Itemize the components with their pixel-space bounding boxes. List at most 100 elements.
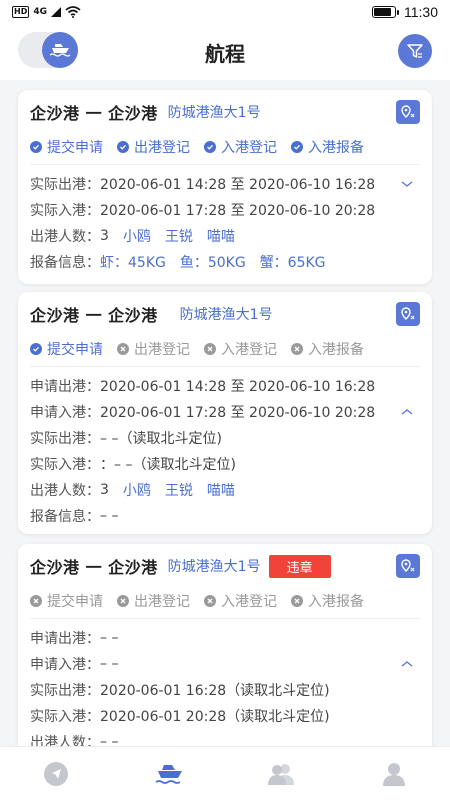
- apply-arrive-row: 申请入港： 2020-06-01 17:28 至 2020-06-10 20:28: [30, 399, 420, 425]
- voyage-card[interactable]: 企沙港 一 企沙港 防城港渔大1号 提交申请 出港登记 入港登记 入港报备 实际…: [18, 90, 432, 284]
- clock: 11:30: [404, 4, 438, 20]
- user-icon: [382, 762, 405, 786]
- crew-member[interactable]: 小鸥: [123, 483, 151, 499]
- step-item: 入港登记: [204, 339, 277, 359]
- location-button[interactable]: [396, 302, 420, 326]
- check-icon: [291, 141, 303, 153]
- step-item: 入港登记: [204, 137, 277, 157]
- chevron-up-icon[interactable]: [400, 407, 414, 417]
- step-item: 出港登记: [117, 591, 190, 611]
- actual-arrive-row: 实际入港： ：– –（读取北斗定位): [30, 457, 236, 473]
- step-item: 入港报备: [291, 339, 364, 359]
- divider: [30, 164, 420, 165]
- crew-row: 出港人数： – –: [30, 734, 119, 746]
- apply-depart-row: 申请出港： 2020-06-01 14:28 至 2020-06-10 16:28: [30, 379, 376, 395]
- step-item: 入港登记: [204, 591, 277, 611]
- navigation-icon: [44, 761, 69, 786]
- actual-arrive-row: 实际入港： 2020-06-01 17:28 至 2020-06-10 20:28: [30, 203, 376, 219]
- close-icon: [117, 595, 129, 607]
- card-header: 企沙港 一 企沙港 防城港渔大1号 违章: [30, 544, 420, 588]
- route-title: 企沙港 一 企沙港: [30, 558, 158, 577]
- close-icon: [204, 595, 216, 607]
- actual-arrive-row: 实际入港： 2020-06-01 20:28（读取北斗定位): [30, 709, 330, 725]
- crew-member[interactable]: 王锐: [165, 483, 193, 499]
- vessel-name[interactable]: 防城港渔大1号: [180, 304, 273, 324]
- chevron-up-icon[interactable]: [400, 659, 414, 669]
- report-row: 报备信息： 虾：45KG 鱼：50KG 蟹：65KG: [30, 255, 326, 271]
- hd-indicator: HD: [12, 6, 30, 18]
- vessel-name[interactable]: 防城港渔大1号: [168, 556, 261, 576]
- step-item: 入港报备: [291, 591, 364, 611]
- network-indicator: 4G: [33, 7, 47, 17]
- divider: [30, 618, 420, 619]
- nav-item-profile[interactable]: [338, 747, 450, 800]
- violation-badge: 违章: [268, 554, 331, 578]
- step-item: 提交申请: [30, 339, 103, 359]
- crew-row: 出港人数： 3 小鸥 王锐 喵喵: [30, 482, 235, 499]
- report-row: 报备信息： – –: [30, 508, 119, 525]
- progress-steps: 提交申请 出港登记 入港登记 入港报备: [30, 588, 420, 614]
- location-button[interactable]: [396, 100, 420, 124]
- step-item: 入港报备: [291, 137, 364, 157]
- signal-icon: [51, 7, 61, 17]
- location-icon: [401, 559, 415, 572]
- progress-steps: 提交申请 出港登记 入港登记 入港报备: [30, 134, 420, 160]
- battery-icon: [372, 6, 399, 18]
- status-bar: HD 4G 11:30: [0, 0, 450, 24]
- check-icon: [117, 141, 129, 153]
- apply-depart-row: 申请出港： – –: [30, 630, 119, 647]
- route-title: 企沙港 一 企沙港: [30, 306, 158, 325]
- apply-arrive-row: 申请入港： – –: [30, 651, 420, 677]
- filter-icon: [407, 44, 423, 58]
- route-title: 企沙港 一 企沙港: [30, 104, 158, 123]
- voyage-card[interactable]: 企沙港 一 企沙港 防城港渔大1号 违章 提交申请 出港登记 入港登记 入港报备…: [18, 544, 432, 746]
- step-item: 出港登记: [117, 137, 190, 157]
- wifi-icon: [65, 6, 81, 18]
- voyage-list[interactable]: 企沙港 一 企沙港 防城港渔大1号 提交申请 出港登记 入港登记 入港报备 实际…: [0, 80, 450, 746]
- actual-depart-row: 实际出港： – –（读取北斗定位): [30, 431, 222, 447]
- ship-icon: [155, 764, 182, 784]
- crew-member[interactable]: 王锐: [165, 229, 193, 245]
- catch-item: 蟹：65KG: [259, 255, 326, 271]
- crew-row: 出港人数： 3 小鸥 王锐 喵喵: [30, 228, 235, 245]
- crew-member[interactable]: 喵喵: [207, 229, 235, 245]
- check-icon: [30, 141, 42, 153]
- crew-member[interactable]: 喵喵: [207, 483, 235, 499]
- catch-item: 鱼：50KG: [179, 255, 246, 271]
- step-item: 提交申请: [30, 137, 103, 157]
- location-button[interactable]: [396, 554, 420, 578]
- nav-item-navigate[interactable]: [0, 747, 113, 800]
- catch-item: 虾：45KG: [100, 255, 166, 271]
- close-icon: [204, 343, 216, 355]
- step-item: 提交申请: [30, 591, 103, 611]
- page-title: 航程: [205, 41, 245, 66]
- close-icon: [117, 343, 129, 355]
- nav-item-group[interactable]: [225, 747, 338, 800]
- actual-depart-row: 实际出港： 2020-06-01 14:28 至 2020-06-10 16:28: [30, 171, 420, 197]
- ship-icon: [42, 32, 78, 68]
- check-icon: [204, 141, 216, 153]
- actual-depart-row: 实际出港： 2020-06-01 16:28（读取北斗定位): [30, 683, 330, 699]
- chevron-down-icon[interactable]: [400, 179, 414, 189]
- close-icon: [30, 595, 42, 607]
- card-header: 企沙港 一 企沙港 防城港渔大1号: [30, 292, 420, 336]
- voyage-card[interactable]: 企沙港 一 企沙港 防城港渔大1号 提交申请 出港登记 入港登记 入港报备 申请…: [18, 292, 432, 534]
- step-item: 出港登记: [117, 339, 190, 359]
- app-header: 航程: [0, 24, 450, 80]
- location-icon: [401, 105, 415, 118]
- crew-member[interactable]: 小鸥: [123, 229, 151, 245]
- vessel-name[interactable]: 防城港渔大1号: [168, 102, 261, 122]
- bottom-nav: [0, 746, 450, 800]
- check-icon: [30, 343, 42, 355]
- status-bar-left: HD 4G: [12, 6, 81, 18]
- mode-toggle[interactable]: [18, 32, 78, 68]
- location-icon: [401, 307, 415, 320]
- progress-steps: 提交申请 出港登记 入港登记 入港报备: [30, 336, 420, 362]
- divider: [30, 366, 420, 367]
- close-icon: [291, 343, 303, 355]
- card-header: 企沙港 一 企沙港 防城港渔大1号: [30, 90, 420, 134]
- group-icon: [268, 763, 295, 785]
- nav-item-voyage[interactable]: [113, 747, 226, 800]
- close-icon: [291, 595, 303, 607]
- filter-button[interactable]: [398, 34, 432, 68]
